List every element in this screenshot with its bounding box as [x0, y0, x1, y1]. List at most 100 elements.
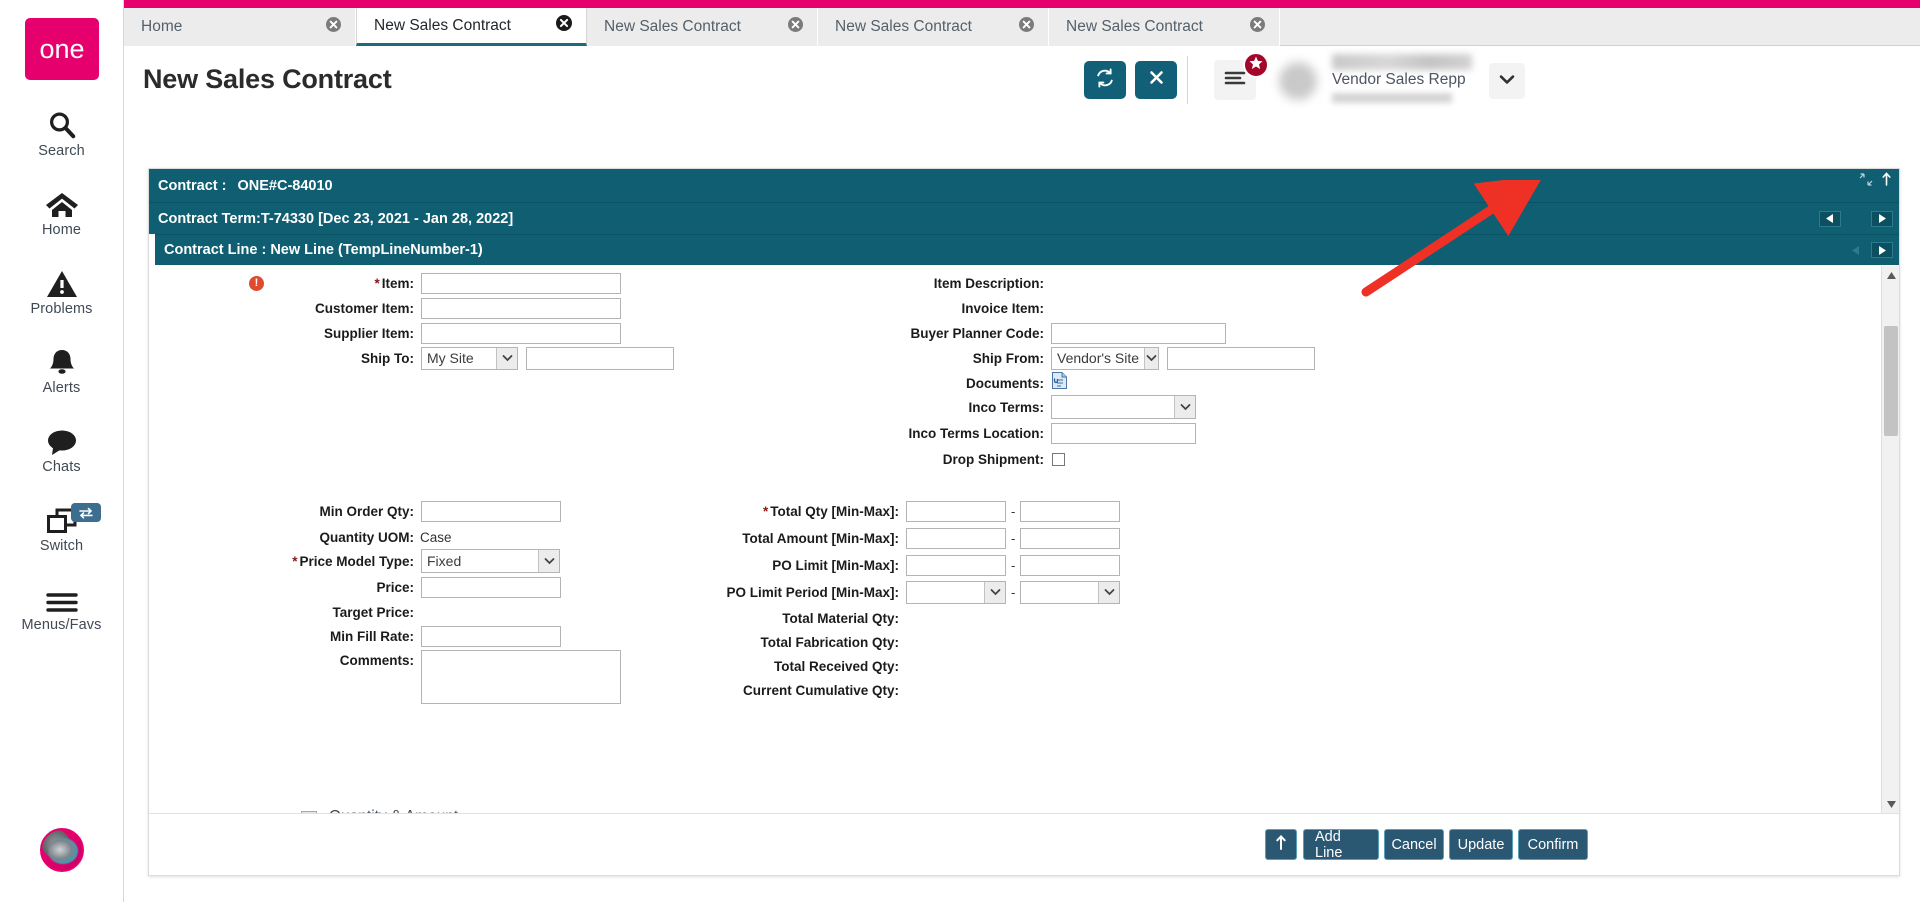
document-attach-icon[interactable]	[1052, 372, 1067, 394]
inco-terms-location-input[interactable]	[1051, 423, 1196, 444]
user-avatar-icon[interactable]	[40, 828, 84, 872]
user-menu-dropdown[interactable]	[1489, 63, 1525, 99]
po-limit-period-max-select[interactable]	[1020, 581, 1120, 604]
user-avatar[interactable]	[1279, 62, 1317, 100]
scroll-to-top-button[interactable]	[1265, 829, 1297, 860]
close-circle-icon[interactable]	[326, 17, 341, 37]
update-button[interactable]: Update	[1449, 829, 1513, 860]
line-prev-button[interactable]	[1845, 242, 1867, 258]
refresh-button[interactable]	[1084, 61, 1126, 99]
sidebar-item-alerts[interactable]: Alerts	[0, 343, 123, 396]
total-amount-max-input[interactable]	[1020, 528, 1120, 549]
scroll-up-arrow[interactable]	[1882, 266, 1899, 284]
ship-to-value-input[interactable]	[526, 347, 674, 370]
brand-accent-bar	[124, 0, 1920, 8]
po-limit-max-input[interactable]	[1020, 555, 1120, 576]
buyer-planner-code-input[interactable]	[1051, 323, 1226, 344]
line-next-button[interactable]	[1871, 242, 1893, 258]
field-buyer-planner-code: Buyer Planner Code:	[789, 322, 1226, 344]
supplier-item-input[interactable]	[421, 323, 621, 344]
field-label: *Item:	[272, 276, 414, 291]
total-qty-max-input[interactable]	[1020, 501, 1120, 522]
search-icon	[47, 106, 77, 140]
chevron-down-icon	[984, 582, 1005, 603]
field-label: Inco Terms Location:	[789, 426, 1044, 441]
ship-from-value-input[interactable]	[1167, 347, 1315, 370]
sidebar-item-home[interactable]: Home	[0, 185, 123, 238]
error-exclamation-icon: !	[249, 276, 264, 291]
star-badge[interactable]	[1243, 52, 1269, 78]
po-limit-period-max-value	[1021, 582, 1098, 603]
sidebar-item-switch[interactable]: Switch	[0, 501, 123, 554]
drop-shipment-checkbox[interactable]	[1052, 453, 1065, 466]
po-limit-min-input[interactable]	[906, 555, 1006, 576]
scroll-down-arrow[interactable]	[1882, 795, 1899, 813]
sidebar-item-problems[interactable]: Problems	[0, 264, 123, 317]
add-line-button[interactable]: Add Line	[1303, 829, 1379, 860]
range-separator: -	[1011, 585, 1015, 600]
sidebar-item-label: Switch	[40, 538, 83, 554]
item-input[interactable]	[421, 273, 621, 294]
contract-term-label: Contract Term:T-74330 [Dec 23, 2021 - Ja…	[158, 211, 513, 227]
field-label: Total Amount [Min-Max]:	[579, 531, 899, 546]
close-circle-icon[interactable]	[1250, 17, 1265, 37]
price-model-type-selected-value: Fixed	[422, 550, 538, 572]
po-limit-period-min-select[interactable]	[906, 581, 1006, 604]
term-next-button[interactable]	[1871, 211, 1893, 227]
price-model-type-select[interactable]: Fixed	[421, 549, 560, 573]
sidebar-item-search[interactable]: Search	[0, 106, 123, 159]
contract-bar-icons	[1859, 172, 1891, 190]
swap-arrows-icon[interactable]	[71, 503, 101, 522]
sidebar-item-label: Search	[38, 143, 85, 159]
field-invoice-item: Invoice Item:	[789, 297, 1050, 319]
page-title: New Sales Contract	[143, 64, 391, 95]
tab-new-sales-contract-2[interactable]: New Sales Contract	[587, 8, 818, 46]
field-label: Invoice Item:	[789, 301, 1044, 316]
field-label: Price:	[249, 580, 414, 595]
tab-new-sales-contract-4[interactable]: New Sales Contract	[1049, 8, 1280, 46]
form-vertical-scrollbar[interactable]	[1881, 266, 1899, 813]
arrow-up-icon[interactable]	[1882, 172, 1891, 190]
sidebar-item-chats[interactable]: Chats	[0, 422, 123, 475]
confirm-button[interactable]: Confirm	[1518, 829, 1588, 860]
contract-number: ONE#C-84010	[237, 178, 332, 194]
one-network-logo[interactable]: one	[25, 18, 99, 80]
ship-from-select[interactable]: Vendor's Site	[1051, 347, 1159, 370]
customer-item-input[interactable]	[421, 298, 621, 319]
cancel-button[interactable]: Cancel	[1384, 829, 1444, 860]
ship-to-select[interactable]: My Site	[421, 347, 518, 370]
total-amount-min-input[interactable]	[906, 528, 1006, 549]
close-circle-icon[interactable]	[1019, 17, 1034, 37]
scrollbar-thumb[interactable]	[1884, 326, 1898, 436]
close-circle-icon[interactable]	[556, 15, 572, 36]
min-fill-rate-input[interactable]	[421, 626, 561, 647]
field-inco-terms-location: Inco Terms Location:	[789, 422, 1196, 444]
field-label: *Total Qty [Min-Max]:	[579, 504, 899, 519]
field-total-received-qty: Total Received Qty:	[579, 655, 905, 677]
close-circle-icon[interactable]	[788, 17, 803, 37]
chevron-down-icon	[1499, 72, 1515, 90]
price-input[interactable]	[421, 577, 561, 598]
total-qty-min-input[interactable]	[906, 501, 1006, 522]
field-inco-terms: Inco Terms:	[789, 396, 1196, 418]
line-navigation-arrows	[1845, 235, 1893, 265]
field-label: Total Material Qty:	[579, 611, 899, 626]
field-price-model-type: *Price Model Type: Fixed	[249, 550, 560, 572]
inco-terms-select[interactable]	[1051, 395, 1196, 419]
tab-new-sales-contract-3[interactable]: New Sales Contract	[818, 8, 1049, 46]
field-label: Inco Terms:	[789, 400, 1044, 415]
field-label: Drop Shipment:	[789, 452, 1044, 467]
contract-line-label: Contract Line : New Line (TempLineNumber…	[164, 242, 483, 258]
term-prev-button[interactable]	[1819, 211, 1841, 227]
expand-collapse-icon[interactable]	[1859, 173, 1873, 190]
tab-new-sales-contract-1[interactable]: New Sales Contract	[356, 8, 587, 46]
sidebar-item-label: Chats	[42, 459, 80, 475]
tab-label: New Sales Contract	[835, 18, 972, 36]
min-order-qty-input[interactable]	[421, 501, 561, 522]
field-total-fabrication-qty: Total Fabrication Qty:	[579, 631, 905, 653]
tab-home[interactable]: Home	[124, 8, 356, 46]
close-page-button[interactable]	[1135, 61, 1177, 99]
inco-terms-selected-value	[1052, 396, 1174, 418]
sidebar-item-menus-favs[interactable]: Menus/Favs	[0, 580, 123, 633]
tab-label: New Sales Contract	[604, 18, 741, 36]
